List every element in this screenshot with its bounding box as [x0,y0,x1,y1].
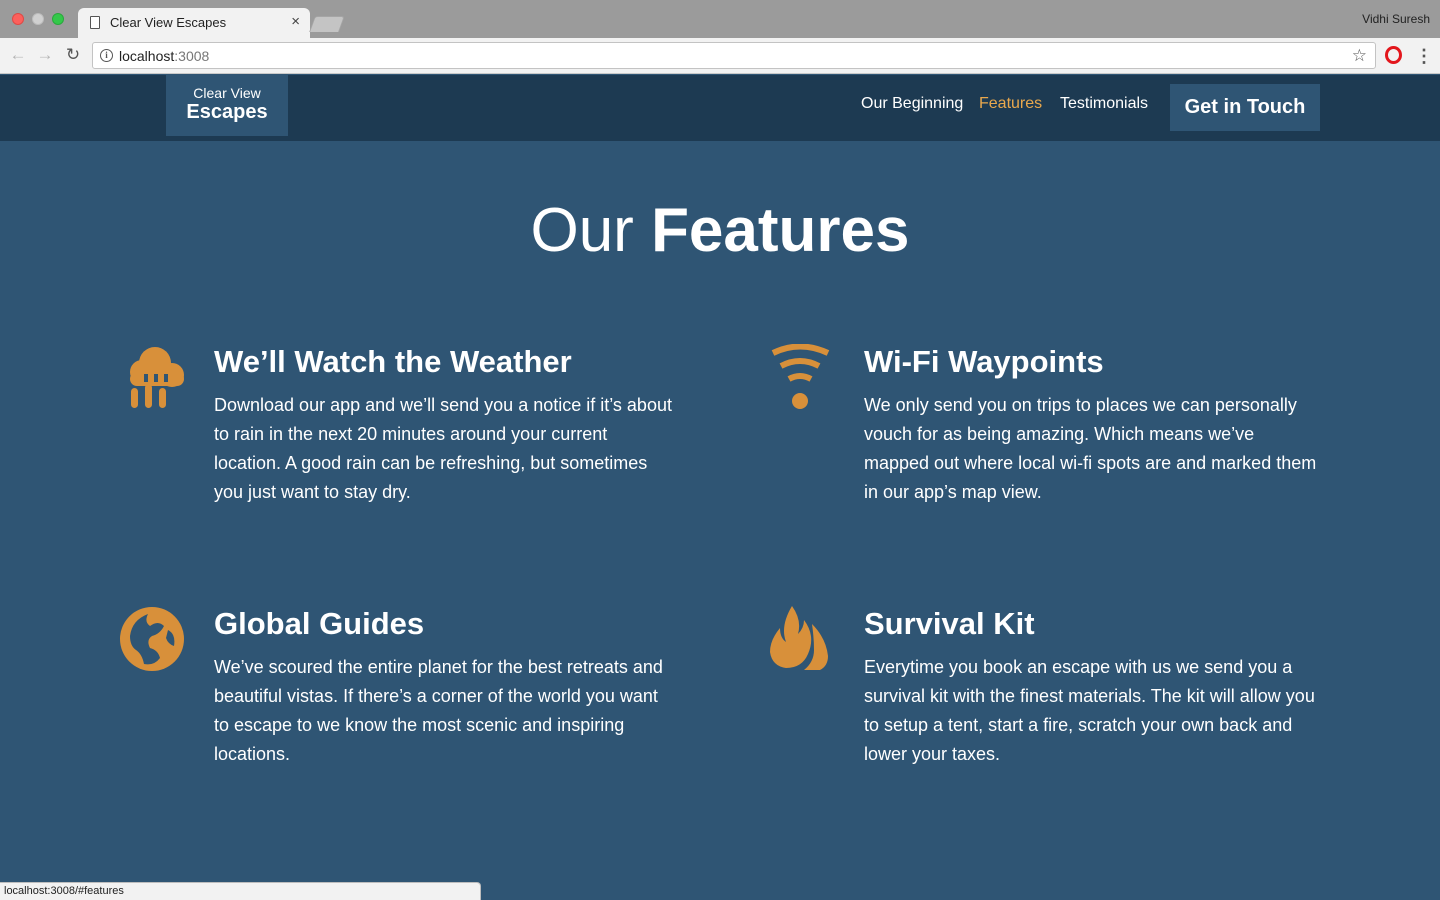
opera-extension-icon[interactable] [1385,46,1402,64]
page-icon [90,16,100,29]
globe-icon [120,607,184,671]
get-in-touch-button[interactable]: Get in Touch [1170,84,1320,131]
forward-arrow-icon[interactable]: → [34,44,56,66]
url-text[interactable]: localhost:3008 [119,48,209,64]
feature-text: Everytime you book an escape with us we … [864,657,1315,764]
site-header: Clear View Escapes Our Beginning Feature… [0,75,1440,141]
feature-title: Wi-Fi Waypoints [864,344,1104,379]
section-title-bold: Features [651,196,910,265]
new-tab-button[interactable] [309,16,345,32]
feature-title: Survival Kit [864,606,1035,641]
section-title: Our Features [0,193,1440,269]
back-arrow-icon[interactable]: ← [7,44,29,66]
info-icon[interactable]: i [100,49,113,62]
section-title-light: Our [530,196,634,265]
url-port: :3008 [174,48,210,64]
browser-toolbar: ← → ↻ i localhost:3008 ☆ ⋮ [0,38,1440,74]
maximize-window-button[interactable] [52,13,64,25]
minimize-window-button[interactable] [32,13,44,25]
feature-title: We’ll Watch the Weather [214,344,572,379]
browser-tab[interactable]: Clear View Escapes × [78,8,310,38]
close-tab-icon[interactable]: × [291,13,300,31]
wifi-icon [771,344,830,409]
feature-text: We’ve scoured the entire planet for the … [214,657,663,764]
feature-title: Global Guides [214,606,425,641]
url-host: localhost [119,48,175,64]
nav-link-features[interactable]: Features [979,95,1042,113]
reload-icon[interactable]: ↻ [62,44,84,66]
logo-top-text: Clear View [193,85,261,101]
feature-text: We only send you on trips to places we c… [864,395,1317,502]
close-window-button[interactable] [12,13,24,25]
nav-link-our-beginning[interactable]: Our Beginning [861,95,963,113]
profile-name[interactable]: Vidhi Suresh [1362,12,1430,26]
tab-title: Clear View Escapes [110,15,227,30]
site-logo[interactable]: Clear View Escapes [166,75,288,136]
nav-link-testimonials[interactable]: Testimonials [1060,95,1148,113]
flame-icon [770,606,828,670]
browser-tabstrip: Clear View Escapes × Vidhi Suresh [0,0,1440,38]
rain-cloud-icon [130,347,184,408]
feature-text: Download our app and we’ll send you a no… [214,395,672,502]
address-bar[interactable]: i localhost:3008 ☆ [92,42,1376,69]
status-bar: localhost:3008/#features [0,882,481,900]
browser-menu-icon[interactable]: ⋮ [1415,46,1433,66]
bookmark-star-icon[interactable]: ☆ [1352,46,1367,66]
logo-bottom-text: Escapes [186,101,268,123]
